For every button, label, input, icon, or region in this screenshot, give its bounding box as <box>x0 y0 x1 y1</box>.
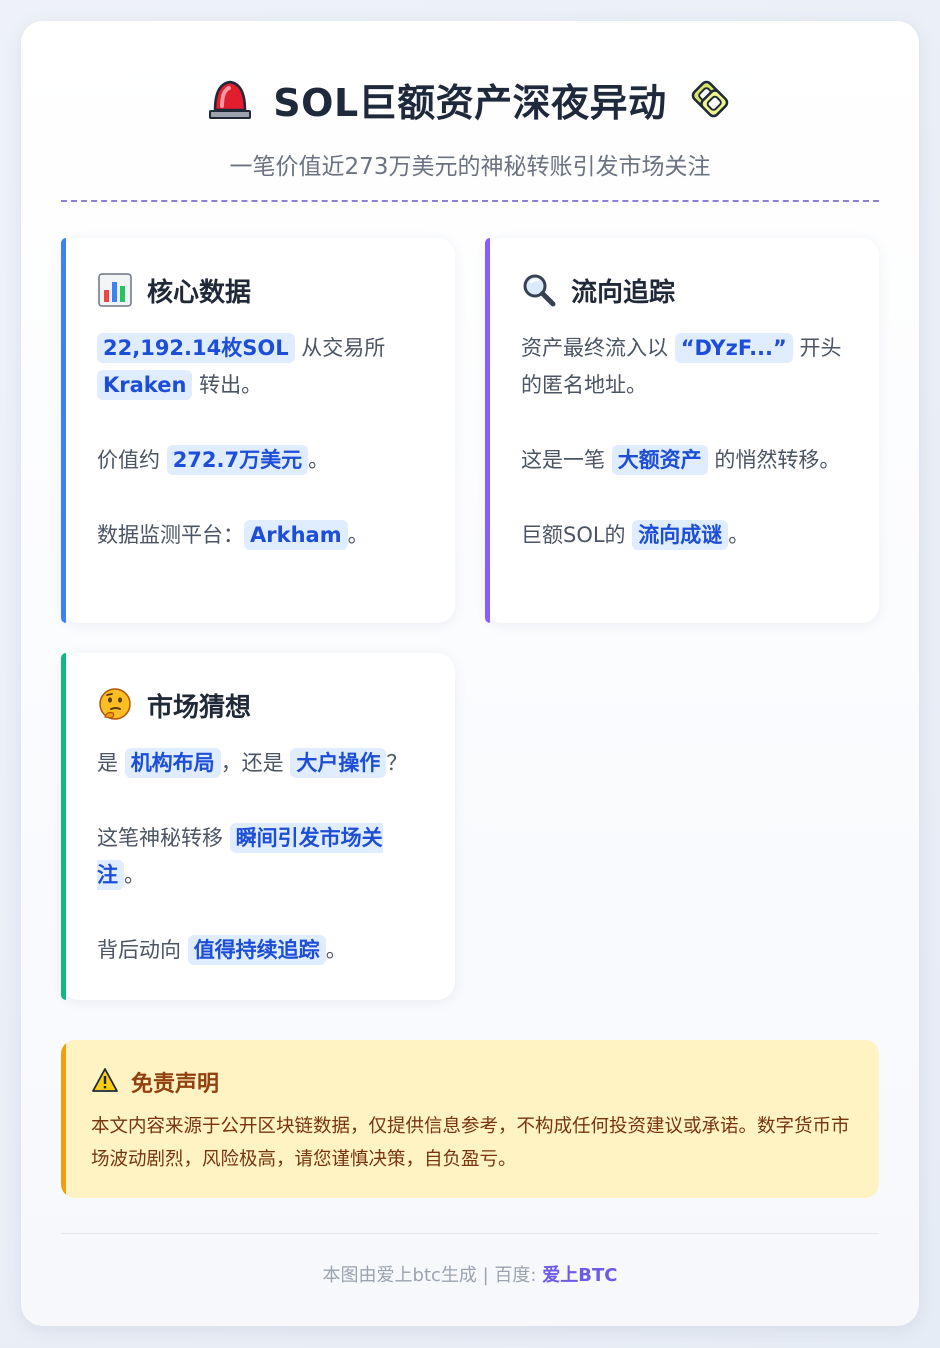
card-title: 市场猜想 <box>147 692 252 723</box>
text: 。 <box>308 448 330 472</box>
poster-card: SOL巨额资产深夜异动 一笔价值近273万美元的神秘转账引发市场关注 核心数据 … <box>21 21 919 1326</box>
card-paragraph: 数据监测平台： Arkham。 <box>97 517 425 554</box>
header: SOL巨额资产深夜异动 一笔价值近273万美元的神秘转账引发市场关注 <box>21 71 919 181</box>
text: ，还是 <box>220 751 291 775</box>
text: 。 <box>728 523 750 547</box>
card-header: 核心数据 <box>97 270 425 310</box>
highlight: 272.7万美元 <box>166 445 309 475</box>
page-subtitle: 一笔价值近273万美元的神秘转账引发市场关注 <box>229 154 711 180</box>
highlight: 流向成谜 <box>632 520 729 550</box>
text: 。 <box>325 938 347 962</box>
card-paragraph: 价值约 272.7万美元。 <box>97 442 425 479</box>
highlight: Kraken <box>97 370 193 400</box>
card-header: 流向追踪 <box>521 270 849 310</box>
text: 数据监测平台： <box>97 523 244 547</box>
highlight: 大额资产 <box>611 445 708 475</box>
card-title: 核心数据 <box>147 277 252 308</box>
footer: 本图由爱上btc生成 | 百度: 爱上BTC <box>21 1261 919 1287</box>
highlight: 机构布局 <box>124 748 221 778</box>
card-paragraph: 这笔神秘转移 瞬间引发市场关注。 <box>97 820 425 894</box>
text: 这是一笔 <box>521 448 612 472</box>
card-paragraph: 背后动向 值得持续追踪。 <box>97 932 425 969</box>
highlight: Arkham <box>244 520 348 550</box>
card-paragraph: 22,192.14枚SOL 从交易所 Kraken 转出。 <box>97 330 425 404</box>
card-paragraph: 是 机构布局 ，还是 大户操作？ <box>97 745 425 782</box>
text: 资产最终流入以 <box>521 336 675 360</box>
footer-text: 本图由爱上btc生成 | 百度: <box>322 1265 543 1286</box>
bar-chart-icon <box>97 272 133 308</box>
highlight: 大户操作 <box>290 748 387 778</box>
flow-tracking-card: 流向追踪 资产最终流入以 “DYzF...” 开头的匿名地址。 这是一笔 大额资… <box>485 238 879 623</box>
market-speculation-card: 市场猜想 是 机构布局 ，还是 大户操作？ 这笔神秘转移 瞬间引发市场关注。 背后… <box>61 653 455 1000</box>
footer-divider <box>61 1233 879 1234</box>
text: 背后动向 <box>97 938 188 962</box>
card-paragraph: 这是一笔 大额资产 的悄然转移。 <box>521 442 849 479</box>
disclaimer-box: 免责声明 本文内容来源于公开区块链数据，仅提供信息参考，不构成任何投资建议或承诺… <box>61 1040 879 1198</box>
warning-icon <box>91 1067 119 1097</box>
text: 转出。 <box>192 373 263 397</box>
highlight: 值得持续追踪 <box>187 935 326 965</box>
page-title: SOL巨额资产深夜异动 <box>273 80 667 125</box>
card-header: 市场猜想 <box>97 685 425 725</box>
text: ？ <box>386 751 408 775</box>
card-title: 流向追踪 <box>571 277 676 308</box>
text: 。 <box>124 863 145 887</box>
card-paragraph: 巨额SOL的 流向成谜。 <box>521 517 849 554</box>
footer-brand-link[interactable]: 爱上BTC <box>542 1265 617 1286</box>
magnifier-icon <box>521 272 557 308</box>
card-paragraph: 资产最终流入以 “DYzF...” 开头的匿名地址。 <box>521 330 849 404</box>
chain-icon <box>685 74 735 124</box>
highlight: 22,192.14枚SOL <box>97 333 295 363</box>
highlight: “DYzF...” <box>674 333 793 363</box>
divider <box>61 200 879 202</box>
disclaimer-text: 本文内容来源于公开区块链数据，仅提供信息参考，不构成任何投资建议或承诺。数字货币… <box>91 1116 850 1170</box>
disclaimer-title: 免责声明 <box>131 1072 220 1097</box>
text: 从交易所 <box>294 336 386 360</box>
thinking-face-icon <box>97 687 133 723</box>
text: 价值约 <box>97 448 167 472</box>
text: 是 <box>97 751 125 775</box>
text: 的悄然转移。 <box>707 448 841 472</box>
text: 巨额SOL的 <box>521 523 633 547</box>
title-row: SOL巨额资产深夜异动 <box>21 71 919 127</box>
text: 。 <box>347 523 369 547</box>
text: 这笔神秘转移 <box>97 826 230 850</box>
siren-icon <box>205 76 255 122</box>
core-data-card: 核心数据 22,192.14枚SOL 从交易所 Kraken 转出。 价值约 2… <box>61 238 455 623</box>
disclaimer-header: 免责声明 <box>91 1066 853 1098</box>
